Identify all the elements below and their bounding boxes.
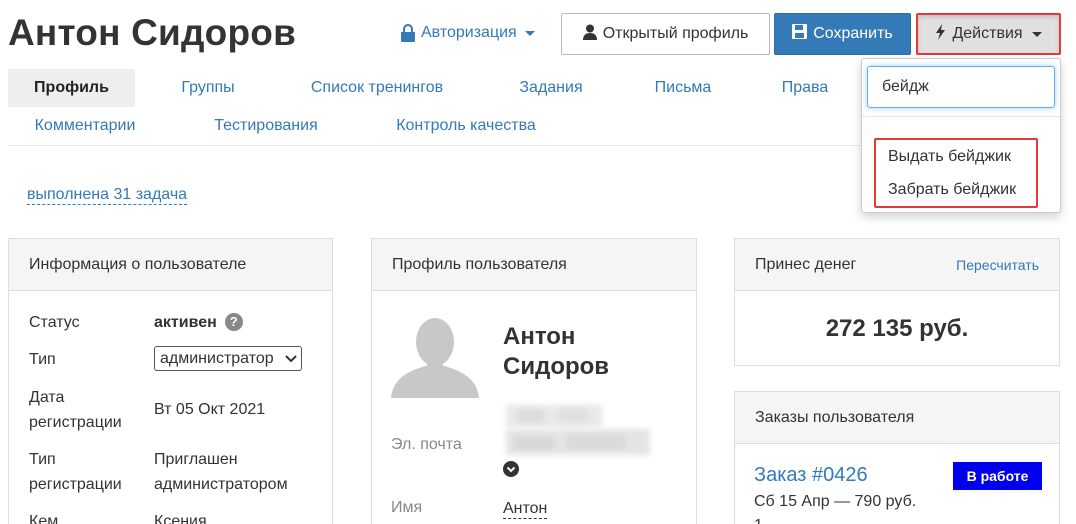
tabs-divider — [8, 145, 860, 146]
email-label: Эл. почта — [391, 436, 462, 453]
page-title: Антон Сидоров — [8, 12, 297, 53]
money-heading: Принес денег — [755, 255, 857, 273]
order-extra: 1 — [754, 517, 763, 524]
profile-last-name: Сидоров — [503, 353, 610, 380]
authorization-dropdown[interactable]: Авторизация — [400, 24, 535, 42]
user-icon — [582, 24, 597, 45]
user-profile-heading: Профиль пользователя — [392, 255, 567, 273]
orders-panel: Заказы пользователя Заказ #0426 В работе… — [734, 391, 1060, 524]
money-panel: Принес денег Пересчитать 272 135 руб. — [734, 238, 1060, 366]
recalculate-link[interactable]: Пересчитать — [956, 257, 1039, 273]
dropdown-divider — [862, 116, 1060, 117]
completed-tasks-link[interactable]: выполнена 31 задача — [27, 185, 188, 205]
panel-heading: Принес денег Пересчитать — [735, 239, 1059, 291]
chevron-circle-down-icon[interactable] — [503, 461, 519, 477]
avatar — [391, 312, 479, 398]
chevron-down-icon — [285, 347, 297, 370]
tab-quality-control[interactable]: Контроль качества — [371, 107, 561, 145]
status-value-wrap: активен? — [154, 310, 243, 335]
panel-heading: Информация о пользователе — [9, 239, 332, 291]
status-value: активен — [154, 314, 217, 331]
bolt-icon — [935, 23, 946, 45]
order-meta: Сб 15 Апр — 790 руб. — [754, 493, 917, 510]
name-label: Имя — [391, 499, 423, 516]
save-button[interactable]: Сохранить — [774, 13, 911, 55]
tab-letters[interactable]: Письма — [633, 69, 733, 107]
email-value-blurred — [506, 429, 650, 455]
status-label: Статус — [29, 314, 80, 331]
orders-heading: Заказы пользователя — [755, 408, 915, 426]
profile-name: Антон Сидоров — [503, 322, 609, 382]
lock-icon — [400, 24, 416, 42]
invited-by-value: Ксения — [154, 513, 207, 524]
authorization-label: Авторизация — [421, 24, 517, 41]
save-label: Сохранить — [813, 25, 893, 42]
panel-heading: Заказы пользователя — [735, 392, 1059, 444]
actions-button[interactable]: Действия — [916, 13, 1061, 55]
name-value[interactable]: Антон — [503, 499, 548, 519]
invited-by-label: Кем — [29, 513, 59, 524]
user-info-heading: Информация о пользователе — [29, 255, 247, 273]
actions-search-input[interactable] — [867, 66, 1055, 108]
order-status-badge: В работе — [953, 462, 1042, 490]
tab-rights[interactable]: Права — [763, 69, 847, 107]
blurred-info — [506, 405, 602, 427]
user-info-panel: Информация о пользователе Статус активен… — [8, 238, 333, 524]
profile-first-name: Антон — [503, 323, 576, 350]
actions-label: Действия — [952, 25, 1023, 42]
tab-tasks[interactable]: Задания — [498, 69, 604, 107]
order-link[interactable]: Заказ #0426 — [754, 464, 868, 487]
help-icon[interactable]: ? — [224, 313, 243, 331]
money-amount: 272 135 руб. — [825, 315, 969, 342]
panel-heading: Профиль пользователя — [372, 239, 696, 291]
badge-actions-list: Выдать бейджик Забрать бейджик — [874, 138, 1038, 208]
caret-down-icon — [1031, 31, 1042, 37]
tab-comments[interactable]: Комментарии — [20, 107, 150, 145]
menu-item-give-badge[interactable]: Выдать бейджик — [888, 148, 1011, 166]
floppy-icon — [792, 24, 808, 44]
menu-item-remove-badge[interactable]: Забрать бейджик — [888, 181, 1016, 199]
reg-date-label-2: регистрации — [29, 414, 122, 431]
user-type-value: администратор — [160, 350, 274, 367]
open-profile-label: Открытый профиль — [602, 25, 749, 42]
user-profile-panel: Профиль пользователя Антон Сидоров Эл. п… — [371, 238, 697, 524]
reg-date-value: Вт 05 Окт 2021 — [154, 401, 266, 418]
user-type-select[interactable]: администратор — [154, 346, 302, 371]
type-label: Тип — [29, 351, 56, 368]
reg-type-value-1: Приглашен — [154, 451, 238, 468]
tab-testing[interactable]: Тестирования — [191, 107, 341, 145]
tab-trainings[interactable]: Список тренингов — [288, 69, 466, 107]
tab-profile[interactable]: Профиль — [8, 69, 135, 107]
reg-type-label-1: Тип — [29, 451, 56, 468]
reg-type-value-2: администратором — [154, 476, 288, 493]
caret-down-icon — [524, 30, 535, 36]
reg-type-label-2: регистрации — [29, 476, 122, 493]
actions-dropdown-menu: Выдать бейджик Забрать бейджик — [861, 58, 1061, 213]
open-profile-button[interactable]: Открытый профиль — [561, 13, 770, 55]
reg-date-label-1: Дата — [29, 389, 65, 406]
tab-groups[interactable]: Группы — [153, 69, 263, 107]
